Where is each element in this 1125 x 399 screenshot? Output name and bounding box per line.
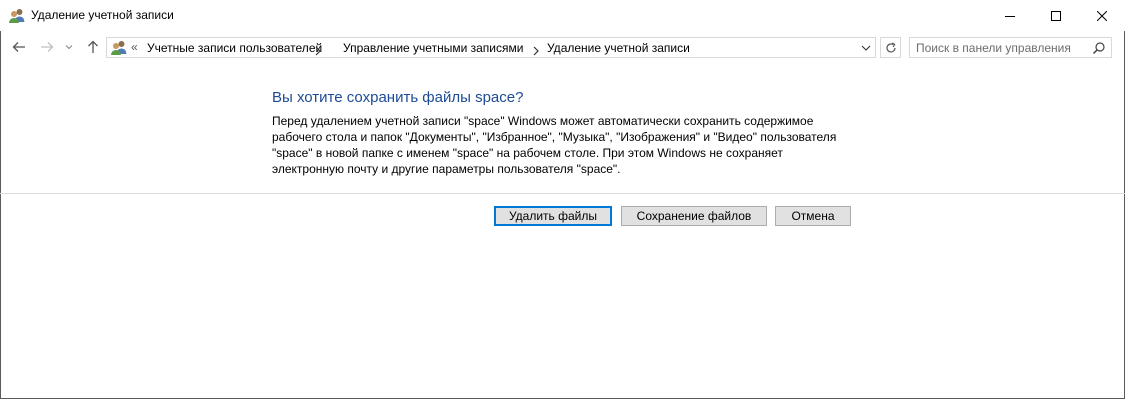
description-text: Перед удалением учетной записи "space" W… [272,114,837,176]
refresh-button[interactable] [880,37,901,58]
search-icon[interactable] [1092,41,1106,55]
breadcrumb-user-accounts[interactable]: Учетные записи пользователей [147,41,322,55]
arrow-up-icon [88,40,98,53]
chevron-down-icon [65,45,73,50]
back-button[interactable] [10,38,28,56]
address-bar[interactable]: « Учетные записи пользователей Управлени… [106,37,876,58]
breadcrumb-overflow-button[interactable]: « [131,40,138,54]
delete-files-button[interactable]: Удалить файлы [494,206,612,226]
breadcrumb-manage-accounts[interactable]: Управление учетными записями [343,41,523,55]
arrow-left-icon [12,42,25,52]
divider [0,193,1125,194]
close-button[interactable] [1079,0,1125,31]
arrow-right-icon [41,42,54,52]
minimize-icon [1005,15,1015,17]
window-title: Удаление учетной записи [31,8,174,22]
breadcrumb-separator-icon[interactable] [531,43,541,56]
users-icon [8,7,26,25]
breadcrumb-separator-icon[interactable] [313,43,323,56]
close-icon [1097,10,1107,21]
address-history-button[interactable] [859,41,873,55]
cancel-button[interactable]: Отмена [775,206,851,226]
up-button[interactable] [84,38,102,56]
title-bar[interactable]: Удаление учетной записи [0,0,1125,31]
keep-files-button[interactable]: Сохранение файлов [621,206,767,226]
minimize-button[interactable] [987,0,1033,31]
breadcrumb-delete-account[interactable]: Удаление учетной записи [547,41,690,55]
users-icon [110,39,128,57]
recent-locations-button[interactable] [63,38,75,56]
navigation-bar: « Учетные записи пользователей Управлени… [0,31,1125,64]
page-title: Вы хотите сохранить файлы space? [272,89,524,106]
maximize-button[interactable] [1033,0,1079,31]
maximize-icon [1051,10,1061,21]
search-box[interactable] [909,37,1112,58]
forward-button[interactable] [38,38,56,56]
search-input[interactable] [916,40,1086,55]
refresh-icon [885,41,896,53]
chevron-down-icon [861,45,871,51]
